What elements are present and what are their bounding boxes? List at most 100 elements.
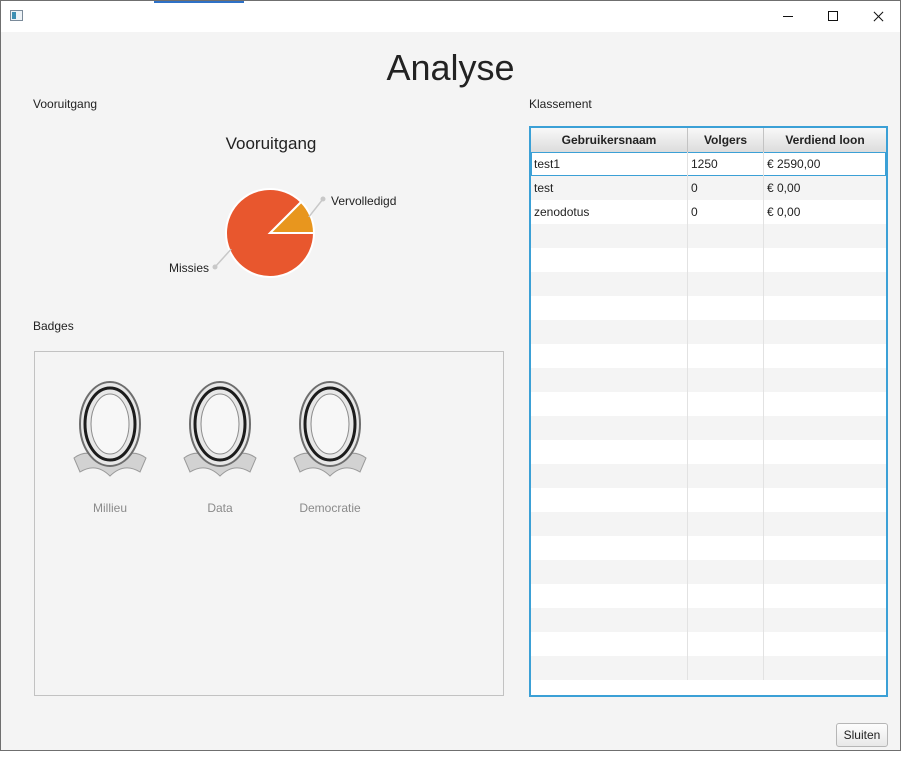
table-cell <box>531 320 688 344</box>
table-cell <box>688 416 764 440</box>
table-header: Gebruikersnaam Volgers Verdiend loon <box>531 128 886 153</box>
table-cell <box>531 536 688 560</box>
table-cell <box>688 464 764 488</box>
table-cell <box>688 368 764 392</box>
table-cell <box>531 464 688 488</box>
column-header-followers[interactable]: Volgers <box>688 128 764 152</box>
badge-item: Democratie <box>288 376 372 515</box>
table-cell <box>688 632 764 656</box>
table-cell <box>688 272 764 296</box>
badge-label: Democratie <box>299 501 361 515</box>
table-row[interactable] <box>531 464 886 488</box>
table-cell <box>764 512 886 536</box>
table-cell <box>764 632 886 656</box>
table-cell <box>531 560 688 584</box>
table-row[interactable] <box>531 584 886 608</box>
table-cell <box>764 344 886 368</box>
table-cell <box>531 392 688 416</box>
minimize-icon[interactable] <box>764 1 810 32</box>
table-cell <box>531 416 688 440</box>
pie-label: Vervolledigd <box>331 194 396 208</box>
table-cell <box>531 488 688 512</box>
table-cell <box>688 224 764 248</box>
table-row[interactable] <box>531 536 886 560</box>
table-cell <box>531 368 688 392</box>
table-row[interactable] <box>531 656 886 680</box>
table-row[interactable] <box>531 344 886 368</box>
badge-label: Data <box>207 501 233 515</box>
app-window: Analyse Vooruitgang Vooruitgang Vervolle… <box>0 0 901 751</box>
table-row[interactable] <box>531 320 886 344</box>
table-row[interactable]: test1 1250 € 2590,00 <box>531 152 886 176</box>
table-cell <box>688 296 764 320</box>
close-icon[interactable] <box>856 1 900 32</box>
table-cell <box>764 224 886 248</box>
badge-frame-icon <box>73 381 147 477</box>
table-cell <box>688 656 764 680</box>
table-row[interactable] <box>531 512 886 536</box>
table-row[interactable]: zenodotus 0 € 0,00 <box>531 200 886 224</box>
table-row[interactable] <box>531 224 886 248</box>
progress-pie-chart: Vervolledigd Missies <box>169 188 396 278</box>
table-cell: 0 <box>688 176 764 200</box>
table-cell <box>688 344 764 368</box>
table-cell <box>688 608 764 632</box>
pie-label: Missies <box>169 261 209 275</box>
table-row[interactable] <box>531 632 886 656</box>
column-header-earned[interactable]: Verdiend loon <box>764 128 886 152</box>
pie-slice-missies <box>225 188 316 278</box>
table-row[interactable] <box>531 560 886 584</box>
table-cell <box>764 272 886 296</box>
table-cell <box>764 440 886 464</box>
table-cell <box>531 296 688 320</box>
table-cell: 0 <box>688 200 764 224</box>
table-cell: test <box>531 176 688 200</box>
badge-item: Data <box>178 376 262 515</box>
table-row[interactable] <box>531 416 886 440</box>
table-cell <box>688 536 764 560</box>
table-cell: 1250 <box>688 152 764 176</box>
table-cell <box>688 512 764 536</box>
table-cell: € 0,00 <box>767 205 801 219</box>
table-cell <box>688 440 764 464</box>
table-cell <box>688 560 764 584</box>
table-row[interactable] <box>531 248 886 272</box>
table-cell: € 0,00 <box>767 181 801 195</box>
ranking-table[interactable]: Gebruikersnaam Volgers Verdiend loon tes… <box>529 126 888 697</box>
table-cell <box>531 608 688 632</box>
table-row[interactable] <box>531 296 886 320</box>
table-cell <box>764 536 886 560</box>
pie-label-line <box>214 248 232 268</box>
table-cell <box>531 632 688 656</box>
table-row[interactable] <box>531 272 886 296</box>
table-row[interactable]: test 0 € 0,00 <box>531 176 886 200</box>
badge-frame-icon <box>183 381 257 477</box>
table-row[interactable] <box>531 440 886 464</box>
table-cell <box>531 224 688 248</box>
table-cell <box>688 248 764 272</box>
table-cell <box>764 368 886 392</box>
close-button[interactable]: Sluiten <box>836 723 888 747</box>
table-cell <box>764 248 886 272</box>
maximize-icon[interactable] <box>810 1 856 32</box>
table-cell: zenodotus <box>531 200 688 224</box>
table-cell <box>764 464 886 488</box>
table-row[interactable] <box>531 488 886 512</box>
badge-label: Millieu <box>92 501 127 515</box>
table-cell <box>764 320 886 344</box>
table-row[interactable] <box>531 368 886 392</box>
table-row[interactable] <box>531 392 886 416</box>
table-cell <box>764 560 886 584</box>
table-cell <box>531 272 688 296</box>
table-cell <box>764 392 886 416</box>
column-header-username[interactable]: Gebruikersnaam <box>531 128 688 152</box>
table-cell <box>688 320 764 344</box>
table-cell <box>688 488 764 512</box>
table-row[interactable] <box>531 608 886 632</box>
ranking-section-label: Klassement <box>529 97 592 111</box>
table-cell <box>764 608 886 632</box>
table-cell <box>531 512 688 536</box>
table-cell <box>764 416 886 440</box>
pie-label-dot <box>212 264 218 270</box>
table-cell <box>764 656 886 680</box>
